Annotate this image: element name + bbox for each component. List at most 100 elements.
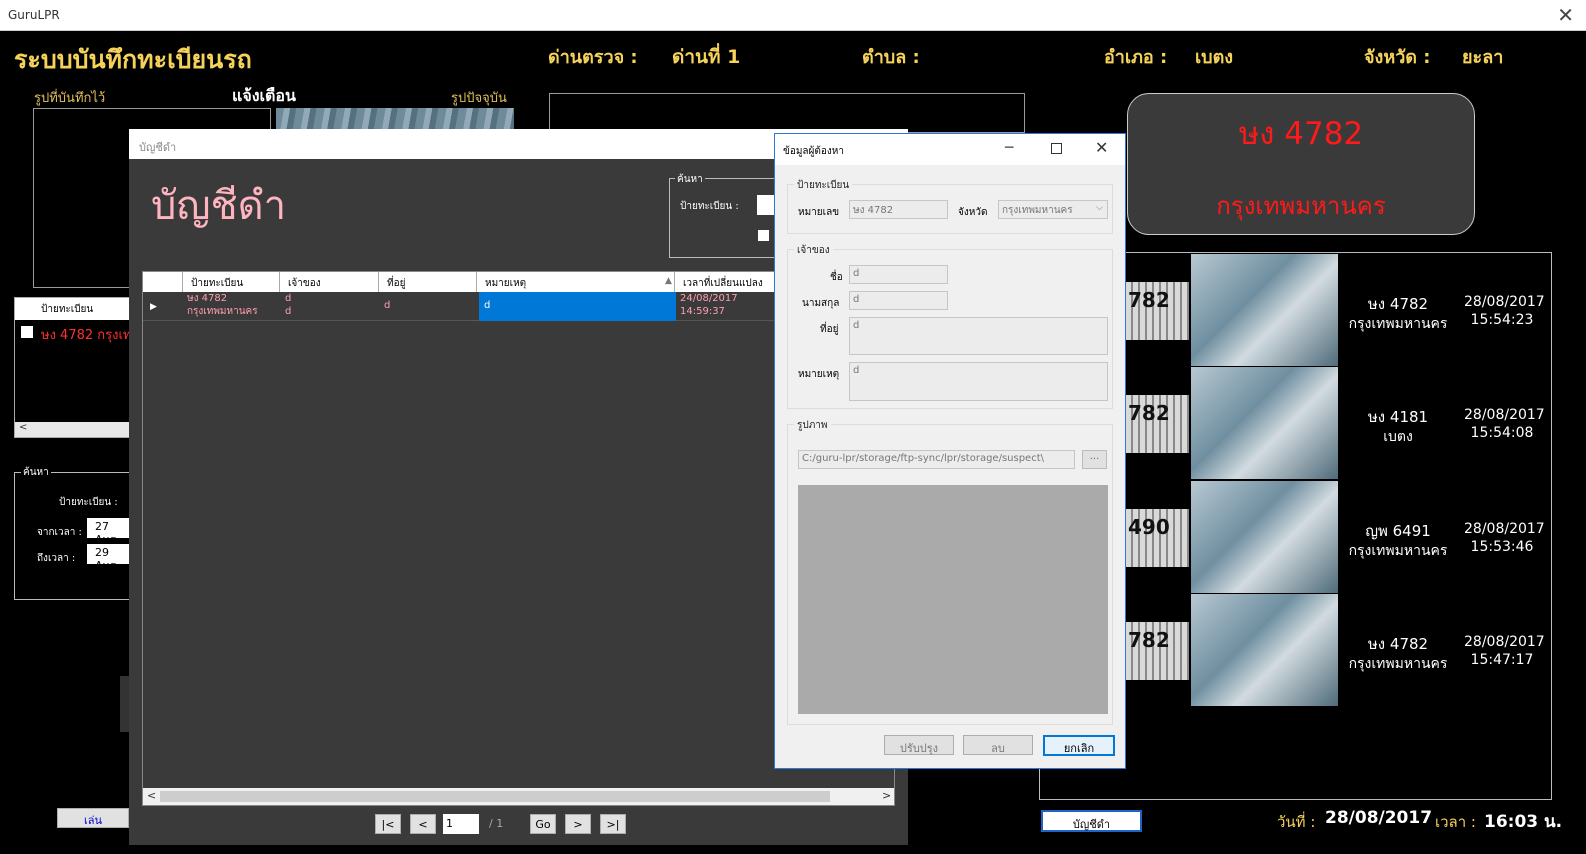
blacklist-search-checkbox[interactable]	[758, 230, 769, 241]
image-path-field[interactable]: C:/guru-lpr/storage/ftp-sync/lpr/storage…	[798, 450, 1075, 469]
detection-snapshot	[1191, 594, 1338, 706]
plate-group: ป้ายทะเบียน หมายเลข ษง 4782 จังหวัด กรุง…	[787, 178, 1113, 234]
cancel-button[interactable]: ยกเลิก	[1043, 735, 1115, 756]
grid-column-header[interactable]: เจ้าของ	[280, 272, 379, 292]
row-owner-first: d	[285, 293, 292, 304]
detection-plate-crop: 782	[1126, 282, 1189, 340]
saved-image-label: รูปที่บันทึกไว้	[34, 91, 106, 106]
owner-group: เจ้าของ ชื่อ d นามสกุล d ที่อยู่ d หมายเ…	[787, 243, 1113, 409]
suspect-image-preview	[798, 485, 1108, 714]
detection-item[interactable]: 782 ษง 4782 กรุงเทพมหานคร 28/08/2017 15:47:1…	[1126, 594, 1546, 706]
row-note-cell-selected[interactable]	[479, 292, 676, 321]
blacklist-button[interactable]: บัญชีดำ	[1041, 810, 1142, 832]
name-label: ชื่อ	[830, 272, 843, 283]
left-search-group: ค้นหา ป้ายทะเบียน : จากเวลา : 27 Aug ถึง…	[14, 465, 133, 600]
detection-plate-crop: 490	[1126, 509, 1189, 567]
blacklist-search-plate-label: ป้ายทะเบียน :	[680, 201, 739, 212]
dialog-titlebar: ข้อมูลผู้ต้องหา ─ ✕	[775, 134, 1125, 165]
grid-column-header[interactable]: หมายเหตุ	[477, 272, 675, 292]
pager-go-button[interactable]: Go	[530, 814, 556, 834]
detection-time: 15:47:17	[1470, 652, 1534, 668]
window-title: GuruLPR	[8, 8, 60, 22]
detection-province: กรุงเทพมหานคร	[1348, 656, 1448, 672]
surname-label: นามสกุล	[802, 298, 840, 309]
list-scrollbar[interactable]: <	[15, 422, 129, 437]
blacklist-search-title: ค้นหา	[675, 172, 705, 187]
scroll-right-icon[interactable]: >	[882, 789, 891, 802]
row-plate: ษง 4782 กรุงเทพมหานคร	[187, 292, 282, 318]
detection-time: 15:53:46	[1470, 539, 1534, 555]
detection-snapshot	[1191, 481, 1338, 593]
detection-date: 28/08/2017	[1464, 294, 1545, 310]
address-field[interactable]: d	[849, 317, 1108, 355]
row-owner: d d	[285, 292, 291, 318]
owner-group-title: เจ้าของ	[794, 243, 833, 258]
detection-time: 15:54:23	[1470, 312, 1534, 328]
detection-item[interactable]: 782 ษง 4181 เบตง 28/08/2017 15:54:08	[1126, 367, 1546, 479]
from-date-input[interactable]: 27 Aug	[87, 518, 133, 546]
play-button[interactable]: เล่น	[57, 808, 129, 828]
plate-group-title: ป้ายทะเบียน	[794, 178, 853, 193]
pager-next-button[interactable]: >	[565, 814, 591, 834]
pager-prev-button[interactable]: <	[410, 814, 436, 834]
pager-total: / 1	[489, 817, 504, 830]
to-label: ถึงเวลา :	[37, 553, 76, 564]
row-changed: 24/08/2017 14:59:37	[680, 292, 738, 318]
detection-time: 15:54:08	[1470, 425, 1534, 441]
row-plate-province: กรุงเทพมหานคร	[187, 306, 258, 317]
close-icon[interactable]: ✕	[1557, 3, 1574, 27]
alert-list[interactable]: ป้ายทะเบียน ษง 4782 กรุงเท <	[14, 297, 131, 438]
dialog-close-icon[interactable]: ✕	[1095, 138, 1108, 157]
grid-hscrollbar[interactable]: < >	[143, 788, 894, 805]
detection-province: กรุงเทพมหานคร	[1348, 316, 1448, 332]
browse-button[interactable]: ...	[1082, 450, 1107, 469]
note-label: หมายเหตุ	[798, 369, 840, 380]
row-plate-number: ษง 4782	[187, 293, 228, 304]
grid-corner[interactable]	[143, 272, 183, 292]
alert-list-item[interactable]: ษง 4782 กรุงเท	[41, 324, 131, 345]
row-note: d	[484, 300, 491, 311]
province-label: จังหวัด :	[1364, 47, 1431, 68]
left-plate-label: ป้ายทะเบียน :	[59, 497, 118, 508]
row-selector-icon: ▶	[150, 302, 157, 312]
delete-button[interactable]: ลบ	[963, 735, 1033, 755]
grid-column-header[interactable]: ป้ายทะเบียน	[183, 272, 280, 292]
maximize-icon[interactable]	[1051, 143, 1062, 154]
detection-item[interactable]: 782 ษง 4782 กรุงเทพมหานคร 28/08/2017 15:54:2…	[1126, 254, 1546, 366]
number-field[interactable]: ษง 4782	[849, 200, 948, 219]
minimize-icon[interactable]: ─	[1005, 140, 1013, 156]
update-button[interactable]: ปรับปรุง	[884, 735, 954, 755]
system-title: ระบบบันทึกทะเบียนรถ	[14, 45, 252, 74]
pager-page-input[interactable]: 1	[443, 814, 479, 834]
province-value: ยะลา	[1462, 47, 1504, 68]
scrollbar-thumb[interactable]	[160, 791, 830, 802]
image-group-title: รูปภาพ	[794, 418, 831, 433]
to-date-input[interactable]: 29 Aug	[87, 544, 133, 572]
grid-column-header[interactable]: ที่อยู่	[379, 272, 477, 292]
detection-item[interactable]: 490 ญพ 6491 กรุงเทพมหานคร 28/08/2017 15:53:4…	[1126, 481, 1546, 593]
detection-plate-crop: 782	[1126, 395, 1189, 453]
alert-list-header: ป้ายทะเบียน	[41, 304, 94, 315]
number-label: หมายเลข	[798, 207, 840, 218]
note-field[interactable]: d	[849, 362, 1108, 401]
alert-label: แจ้งเตือน	[232, 86, 296, 105]
checkpoint-value: ด่านที่ 1	[672, 46, 741, 68]
detection-date: 28/08/2017	[1464, 521, 1545, 537]
alert-list-checkbox[interactable]	[21, 326, 33, 338]
district-label: อำเภอ :	[1104, 47, 1168, 68]
window-titlebar: GuruLPR ✕	[0, 0, 1586, 31]
province-select[interactable]: กรุงเทพมหานคร ⌵	[998, 200, 1108, 219]
pager-first-button[interactable]: |<	[375, 814, 401, 834]
name-field[interactable]: d	[849, 265, 948, 284]
detection-snapshot	[1191, 367, 1338, 479]
scroll-left-icon[interactable]: <	[147, 789, 156, 802]
row-changed-time: 14:59:37	[680, 306, 725, 317]
checkpoint-label: ด่านตรวจ :	[548, 47, 638, 68]
surname-field[interactable]: d	[849, 291, 948, 310]
plate-number: ษง 4782	[1238, 116, 1364, 152]
center-video-frame	[549, 93, 1025, 133]
sort-ascending-icon: ▲	[665, 276, 672, 286]
from-label: จากเวลา :	[37, 527, 82, 538]
pager-last-button[interactable]: >|	[600, 814, 626, 834]
plate-display: ษง 4782 กรุงเทพมหานคร	[1127, 93, 1475, 235]
